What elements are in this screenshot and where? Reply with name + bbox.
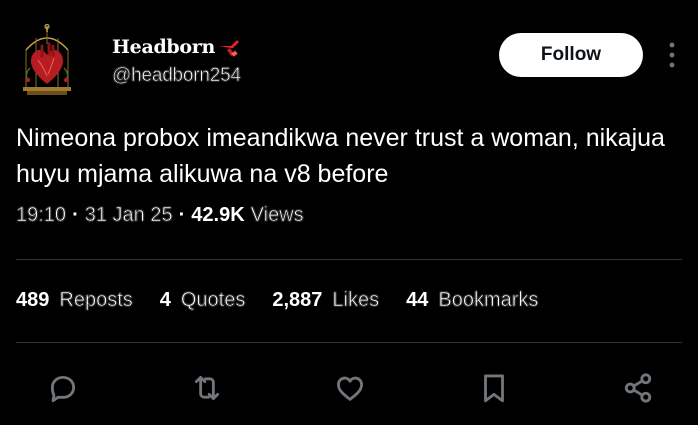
tweet-time[interactable]: 19:10 xyxy=(16,204,67,227)
author-block[interactable]: Headborn @headborn254 xyxy=(112,36,242,87)
anatomical-heart-birdcage-icon xyxy=(23,23,71,95)
meta-separator: · xyxy=(178,204,186,226)
views-label[interactable]: Views xyxy=(250,204,304,227)
meta-separator: · xyxy=(72,204,79,226)
reposts-label: Reposts xyxy=(59,289,133,312)
bookmark-icon[interactable] xyxy=(476,370,512,406)
red-scalpel-emoji-icon xyxy=(219,40,240,57)
bookmarks-label: Bookmarks xyxy=(438,289,539,312)
likes-stat[interactable]: 2,887 Likes xyxy=(272,289,379,312)
repost-icon[interactable] xyxy=(189,370,225,406)
display-name-text: Headborn xyxy=(112,36,216,58)
share-icon[interactable] xyxy=(620,370,656,406)
likes-count: 2,887 xyxy=(272,289,323,311)
bookmarks-stat[interactable]: 44 Bookmarks xyxy=(406,289,539,312)
display-name[interactable]: Headborn xyxy=(112,36,241,58)
follow-button[interactable]: Follow xyxy=(499,33,643,77)
quotes-stat[interactable]: 4 Quotes xyxy=(160,289,246,312)
quotes-count: 4 xyxy=(159,289,171,311)
bookmarks-count: 44 xyxy=(406,289,429,311)
tweet-date[interactable]: 31 Jan 25 xyxy=(84,204,172,227)
like-icon[interactable] xyxy=(332,370,368,406)
author-handle[interactable]: @headborn254 xyxy=(112,65,242,87)
tweet-text: Nimeona probox imeandikwa never trust a … xyxy=(16,124,665,188)
tweet-meta: 19:10 · 31 Jan 25 · 42.9K Views xyxy=(16,204,304,227)
action-bar xyxy=(0,370,698,410)
engagement-stats: 489 Reposts 4 Quotes 2,887 Likes 44 Book… xyxy=(16,289,565,312)
divider xyxy=(16,342,682,343)
reposts-stat[interactable]: 489 Reposts xyxy=(16,289,133,312)
quotes-label: Quotes xyxy=(180,289,246,312)
more-options-icon[interactable] xyxy=(665,40,679,70)
reply-icon[interactable] xyxy=(45,370,81,406)
avatar[interactable] xyxy=(18,23,76,98)
likes-label: Likes xyxy=(332,289,380,312)
divider xyxy=(16,259,682,260)
reposts-count: 489 xyxy=(16,289,50,311)
views-count: 42.9K xyxy=(191,204,245,226)
